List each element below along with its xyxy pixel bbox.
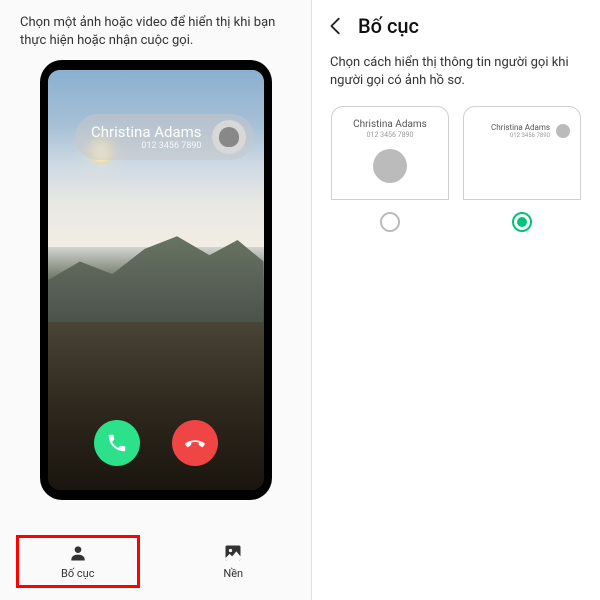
layout-option-centered[interactable]: Christina Adams 012 3456 7890 (330, 106, 450, 232)
phone-icon (106, 432, 128, 454)
preview-name: Christina Adams (353, 119, 427, 130)
call-action-row (48, 420, 264, 466)
header-row: Bố cục (312, 0, 600, 46)
radio-option-pill[interactable] (512, 212, 532, 232)
bottom-tabs: Bố cục Nền (0, 529, 311, 600)
accept-call-button[interactable] (94, 420, 140, 466)
screen-layout-settings: Bố cục Chọn cách hiển thị thông tin ngườ… (312, 0, 600, 600)
preview-number: 012 3456 7890 (510, 132, 550, 139)
avatar-silhouette-icon (219, 127, 239, 147)
phone-down-icon (184, 432, 206, 454)
intro-text: Chọn một ảnh hoặc video để hiển thị khi … (0, 0, 311, 60)
caller-avatar (212, 120, 246, 154)
back-button[interactable] (324, 14, 348, 38)
layout-description: Chọn cách hiển thị thông tin người gọi k… (312, 46, 600, 106)
preview-avatar-icon (556, 124, 570, 138)
tab-layout-label: Bố cục (61, 567, 94, 580)
tab-background-label: Nền (223, 567, 243, 580)
tab-background[interactable]: Nền (173, 537, 293, 586)
layout-preview-pill: Christina Adams 012 3456 7890 (463, 106, 581, 200)
tab-layout[interactable]: Bố cục (18, 537, 138, 586)
preview-name: Christina Adams (491, 123, 550, 132)
image-icon (223, 543, 243, 563)
screen-call-background: Chọn một ảnh hoặc video để hiển thị khi … (0, 0, 312, 600)
caller-info-pill: Christina Adams 012 3456 7890 (75, 114, 254, 160)
page-title: Bố cục (358, 14, 419, 38)
preview-number: 012 3456 7890 (367, 131, 414, 139)
caller-number: 012 3456 7890 (141, 141, 201, 151)
caller-name: Christina Adams (91, 123, 202, 141)
radio-option-centered[interactable] (380, 212, 400, 232)
person-icon (68, 543, 88, 563)
decline-call-button[interactable] (172, 420, 218, 466)
chevron-left-icon (325, 15, 347, 37)
phone-preview-screen: Christina Adams 012 3456 7890 (48, 70, 264, 490)
phone-preview-frame: Christina Adams 012 3456 7890 (40, 60, 272, 500)
layout-preview-centered: Christina Adams 012 3456 7890 (331, 106, 449, 200)
layout-options: Christina Adams 012 3456 7890 Christina … (312, 106, 600, 232)
layout-option-pill[interactable]: Christina Adams 012 3456 7890 (462, 106, 582, 232)
preview-avatar-icon (373, 149, 407, 183)
